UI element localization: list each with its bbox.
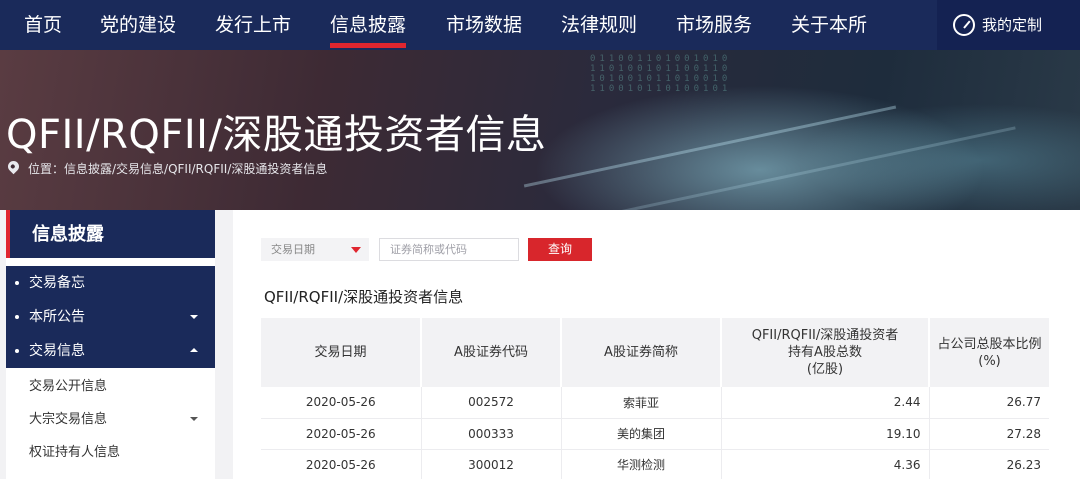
bullet-icon	[15, 349, 19, 353]
sidebar-item-label: 本所公告	[29, 309, 85, 325]
column-header-holdings[interactable]: QFII/RQFII/深股通投资者 持有A股总数 (亿股)	[720, 318, 929, 387]
cell-ratio: 26.23	[928, 449, 1049, 479]
compass-icon	[953, 14, 975, 36]
banner-light-streak	[523, 105, 897, 188]
chevron-down-icon	[190, 315, 198, 319]
sidebar-item-trading-info[interactable]: 交易信息	[6, 334, 215, 368]
bullet-icon	[15, 281, 19, 285]
nav-item-disclosure[interactable]: 信息披露	[330, 0, 407, 50]
cell-ratio: 26.77	[928, 387, 1049, 419]
sidebar-item-label: 交易信息	[29, 343, 85, 359]
cell-ratio: 27.28	[928, 418, 1049, 450]
nav-item-market-data[interactable]: 市场数据	[446, 0, 522, 50]
cell-security-code: 000333	[420, 418, 561, 450]
table-row: 2020-05-26 300012 华测检测 4.36 26.23	[261, 449, 1049, 479]
sidebar-subitem-public-trading-info[interactable]: 交易公开信息	[6, 370, 215, 403]
chevron-down-icon	[190, 417, 198, 421]
query-button[interactable]: 查询	[528, 238, 592, 261]
cell-holdings: 2.44	[720, 387, 929, 419]
top-nav: 首页 党的建设 发行上市 信息披露 市场数据 法律规则 市场服务 关于本所 我的…	[0, 0, 1080, 50]
sidebar-subitem-block-trade-info[interactable]: 大宗交易信息	[6, 403, 215, 436]
trade-date-select[interactable]: 交易日期	[261, 238, 369, 261]
sidebar-header-title: 信息披露	[32, 224, 104, 245]
sidebar-header: 信息披露	[6, 210, 215, 258]
column-header-a-share-name[interactable]: A股证券简称	[560, 318, 721, 387]
security-search-input[interactable]	[379, 238, 519, 261]
cell-security-name: 索菲亚	[560, 387, 721, 419]
table-header-row: 交易日期 A股证券代码 A股证券简称 QFII/RQFII/深股通投资者 持有A…	[261, 318, 1049, 387]
page-banner: 0110011010010101101001011001101010010110…	[0, 50, 1080, 210]
nav-item-home[interactable]: 首页	[24, 0, 62, 50]
location-pin-icon	[5, 158, 22, 175]
breadcrumb-text: 位置：信息披露/交易信息/QFII/RQFII/深股通投资者信息	[28, 162, 328, 176]
nav-item-about[interactable]: 关于本所	[791, 0, 867, 50]
page-title: QFII/RQFII/深股通投资者信息	[6, 112, 547, 158]
table-title: QFII/RQFII/深股通投资者信息	[264, 288, 464, 306]
cell-trade-date: 2020-05-26	[261, 449, 421, 479]
cell-holdings: 4.36	[720, 449, 929, 479]
cell-security-code: 300012	[420, 449, 561, 479]
cell-holdings: 19.10	[720, 418, 929, 450]
sidebar-subitem-label: 交易公开信息	[29, 379, 108, 394]
sidebar-subitem-label: 权证持有人信息	[29, 445, 121, 460]
banner-light-streak	[604, 126, 1016, 210]
cell-security-name: 华测检测	[560, 449, 721, 479]
my-custom-label: 我的定制	[982, 16, 1043, 34]
my-custom-button[interactable]: 我的定制	[937, 0, 1080, 50]
banner-decoration: 0110011010010101101001011001101010010110…	[590, 54, 732, 94]
nav-item-rules[interactable]: 法律规则	[561, 0, 637, 50]
nav-item-listing[interactable]: 发行上市	[215, 0, 291, 50]
column-header-ratio[interactable]: 占公司总股本比例 (%)	[928, 318, 1049, 387]
sidebar-item-announcements[interactable]: 本所公告	[6, 300, 215, 334]
dropdown-arrow-icon	[351, 247, 361, 253]
chevron-up-icon	[190, 348, 198, 352]
trade-date-select-value: 交易日期	[271, 243, 315, 256]
nav-item-party-building[interactable]: 党的建设	[100, 0, 176, 50]
nav-item-market-services[interactable]: 市场服务	[676, 0, 752, 50]
cell-trade-date: 2020-05-26	[261, 418, 421, 450]
sidebar-item-trading-memo[interactable]: 交易备忘	[6, 266, 215, 300]
sidebar: 信息披露 交易备忘 本所公告 交易信息 交易公开信息 大宗交易信息 权证持有人信…	[6, 210, 215, 479]
sidebar-subitem-label: 大宗交易信息	[29, 412, 108, 427]
table-row: 2020-05-26 002572 索菲亚 2.44 26.77	[261, 387, 1049, 419]
bullet-icon	[15, 315, 19, 319]
cell-trade-date: 2020-05-26	[261, 387, 421, 419]
cell-security-code: 002572	[420, 387, 561, 419]
table-row: 2020-05-26 000333 美的集团 19.10 27.28	[261, 418, 1049, 450]
column-header-trade-date[interactable]: 交易日期	[261, 318, 421, 387]
sidebar-item-label: 交易备忘	[29, 275, 85, 291]
sidebar-subitem-warrant-holders[interactable]: 权证持有人信息	[6, 436, 215, 469]
column-header-a-share-code[interactable]: A股证券代码	[420, 318, 561, 387]
investor-info-table: 交易日期 A股证券代码 A股证券简称 QFII/RQFII/深股通投资者 持有A…	[261, 318, 1049, 479]
main-panel: 交易日期 查询 QFII/RQFII/深股通投资者信息 交易日期 A股证券代码 …	[233, 210, 1080, 479]
cell-security-name: 美的集团	[560, 418, 721, 450]
